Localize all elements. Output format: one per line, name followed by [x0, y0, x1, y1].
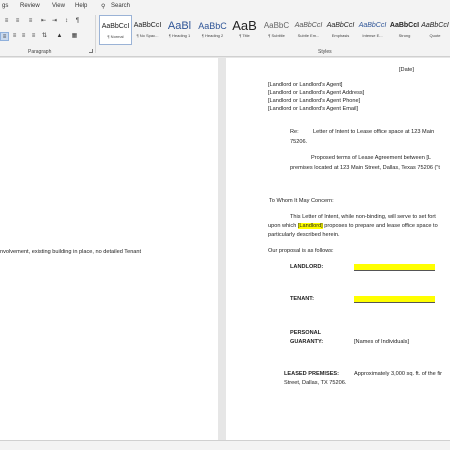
paragraph-group-label: Paragraph [28, 49, 52, 55]
style-preview: AaBbCcI [389, 22, 420, 29]
style-preview: AaB [232, 18, 257, 33]
address-line: [Landlord or Landlord's Agent Email] [268, 106, 359, 112]
style-name: ¶ Subtitle [268, 33, 285, 38]
search-icon[interactable]: ⚲ [101, 3, 105, 10]
search-box[interactable]: Search [111, 3, 130, 9]
style-preview: AaBl [167, 20, 192, 32]
style-preview: AaBbC [263, 21, 290, 30]
shading-icon[interactable]: ▲ [55, 32, 64, 41]
style-normal[interactable]: AaBbCcI ¶ Normal [99, 15, 132, 45]
increase-indent-icon[interactable]: ⇥ [50, 17, 59, 26]
letter-date: [Date] [399, 67, 414, 73]
document-page-left[interactable]: nvolvement, existing building in place, … [0, 58, 218, 440]
guaranty-label: GUARANTY: [290, 339, 324, 345]
justify-icon[interactable]: ≡ [29, 32, 38, 41]
proposal-intro: Our proposal is as follows: [268, 248, 334, 254]
tenant-label: TENANT: [290, 296, 314, 302]
style-preview: AaBbCcI [101, 23, 130, 30]
proposed-terms-line: Proposed terms of Lease Agreement betwee… [311, 155, 432, 161]
re-label: Re: [290, 129, 299, 135]
style-no-spacing[interactable]: AaBbCcI ¶ No Spac... [131, 15, 164, 45]
landlord-label: LANDLORD: [290, 264, 324, 270]
styles-group-label: Styles [318, 49, 332, 55]
style-name: ¶ No Spac... [136, 33, 159, 38]
line-spacing-icon[interactable]: ⇅ [40, 32, 49, 41]
style-intense-emphasis[interactable]: AaBbCcI Intense E... [356, 15, 389, 45]
guaranty-label: PERSONAL [290, 330, 322, 336]
style-preview: AaBbCcI [326, 22, 355, 29]
landlord-highlight: [Landlord] [297, 223, 323, 229]
style-preview: AaBbCcI [133, 22, 162, 29]
style-subtle-emphasis[interactable]: AaBbCcI Subtle Em... [292, 15, 325, 45]
left-page-text: nvolvement, existing building in place, … [0, 249, 142, 255]
leased-premises-label: LEASED PREMISES: [284, 371, 340, 377]
body-paragraph-line: This Letter of Intent, while non-binding… [290, 214, 436, 220]
style-name: Emphasis [331, 33, 350, 38]
style-emphasis[interactable]: AaBbCcI Emphasis [324, 15, 357, 45]
style-name: ¶ Heading 1 [168, 33, 191, 38]
menu-item-review[interactable]: Review [20, 3, 40, 9]
style-preview: AaBbCcI [358, 22, 387, 29]
re-line: Letter of Intent to Lease office space a… [313, 129, 435, 135]
body-text: upon which [268, 223, 298, 229]
body-paragraph-line: particularly described herein. [268, 232, 340, 238]
salutation: To Whom It May Concern: [269, 198, 334, 204]
body-text: proposes to prepare and lease office spa… [322, 223, 438, 229]
style-title[interactable]: AaB ¶ Title [228, 15, 261, 45]
style-name: ¶ Normal [107, 34, 124, 39]
re-line: 75206. [290, 139, 308, 145]
address-line: [Landlord or Landlord's Agent Address] [268, 90, 365, 96]
decrease-indent-icon[interactable]: ⇤ [39, 17, 48, 26]
align-center-icon[interactable]: ≡ [10, 32, 19, 41]
style-preview: AaBbC [198, 21, 227, 31]
leased-premises-line: Approximately 3,000 sq. ft. of the fir [354, 371, 442, 377]
style-preview: AaBbCcI [294, 22, 323, 29]
style-name: Subtle Em... [297, 33, 320, 38]
style-preview: AaBbCcI [421, 22, 449, 29]
body-paragraph-line: upon which [Landlord] proposes to prepar… [268, 223, 438, 229]
sort-icon[interactable]: ↕ [62, 17, 71, 26]
numbering-icon[interactable]: ≡ [13, 17, 22, 26]
menu-item-view[interactable]: View [52, 3, 65, 9]
paragraph-dialog-launcher-icon[interactable] [89, 49, 93, 53]
group-divider [95, 15, 96, 53]
address-line: [Landlord or Landlord's Agent Phone] [268, 98, 361, 104]
leased-premises-line: Street, Dallas, TX 75206. [284, 380, 347, 386]
align-left-icon[interactable]: ≡ [0, 32, 9, 41]
menu-bar: gs Review View Help ⚲ Search [0, 0, 450, 13]
style-name: ¶ Title [239, 33, 250, 38]
bullets-icon[interactable]: ≡ [2, 17, 11, 26]
style-subtitle[interactable]: AaBbC ¶ Subtitle [260, 15, 293, 45]
ribbon: ≡ ≡ ≡ ⇤ ⇥ ↕ ¶ ≡ ≡ ≡ ≡ ⇅ ▲ ▦ Paragraph Aa… [0, 13, 450, 57]
borders-icon[interactable]: ▦ [70, 32, 79, 41]
tenant-blank-field[interactable] [354, 296, 435, 303]
address-line: [Landlord or Landlord's Agent] [268, 82, 343, 88]
document-page-right[interactable]: [Date] [Landlord or Landlord's Agent] [L… [226, 58, 450, 440]
style-heading-1[interactable]: AaBl ¶ Heading 1 [163, 15, 196, 45]
style-name: Intense E... [362, 33, 383, 38]
style-heading-2[interactable]: AaBbC ¶ Heading 2 [196, 15, 229, 45]
show-formatting-icon[interactable]: ¶ [73, 17, 82, 26]
proposed-terms-line: premises located at 123 Main Street, Dal… [290, 165, 440, 171]
style-name: ¶ Heading 2 [201, 33, 224, 38]
style-strong[interactable]: AaBbCcI Strong [388, 15, 421, 45]
align-right-icon[interactable]: ≡ [19, 32, 28, 41]
menu-item-help[interactable]: Help [75, 3, 87, 9]
multilevel-list-icon[interactable]: ≡ [26, 17, 35, 26]
style-quote[interactable]: AaBbCcI Quote [420, 15, 450, 45]
landlord-blank-field[interactable] [354, 264, 435, 271]
document-canvas[interactable]: nvolvement, existing building in place, … [0, 58, 450, 440]
guaranty-value: [Names of Individuals] [354, 339, 410, 345]
menu-item-design[interactable]: gs [2, 3, 8, 9]
status-bar [0, 440, 450, 450]
style-name: Strong [398, 33, 411, 38]
style-name: Quote [429, 33, 441, 38]
